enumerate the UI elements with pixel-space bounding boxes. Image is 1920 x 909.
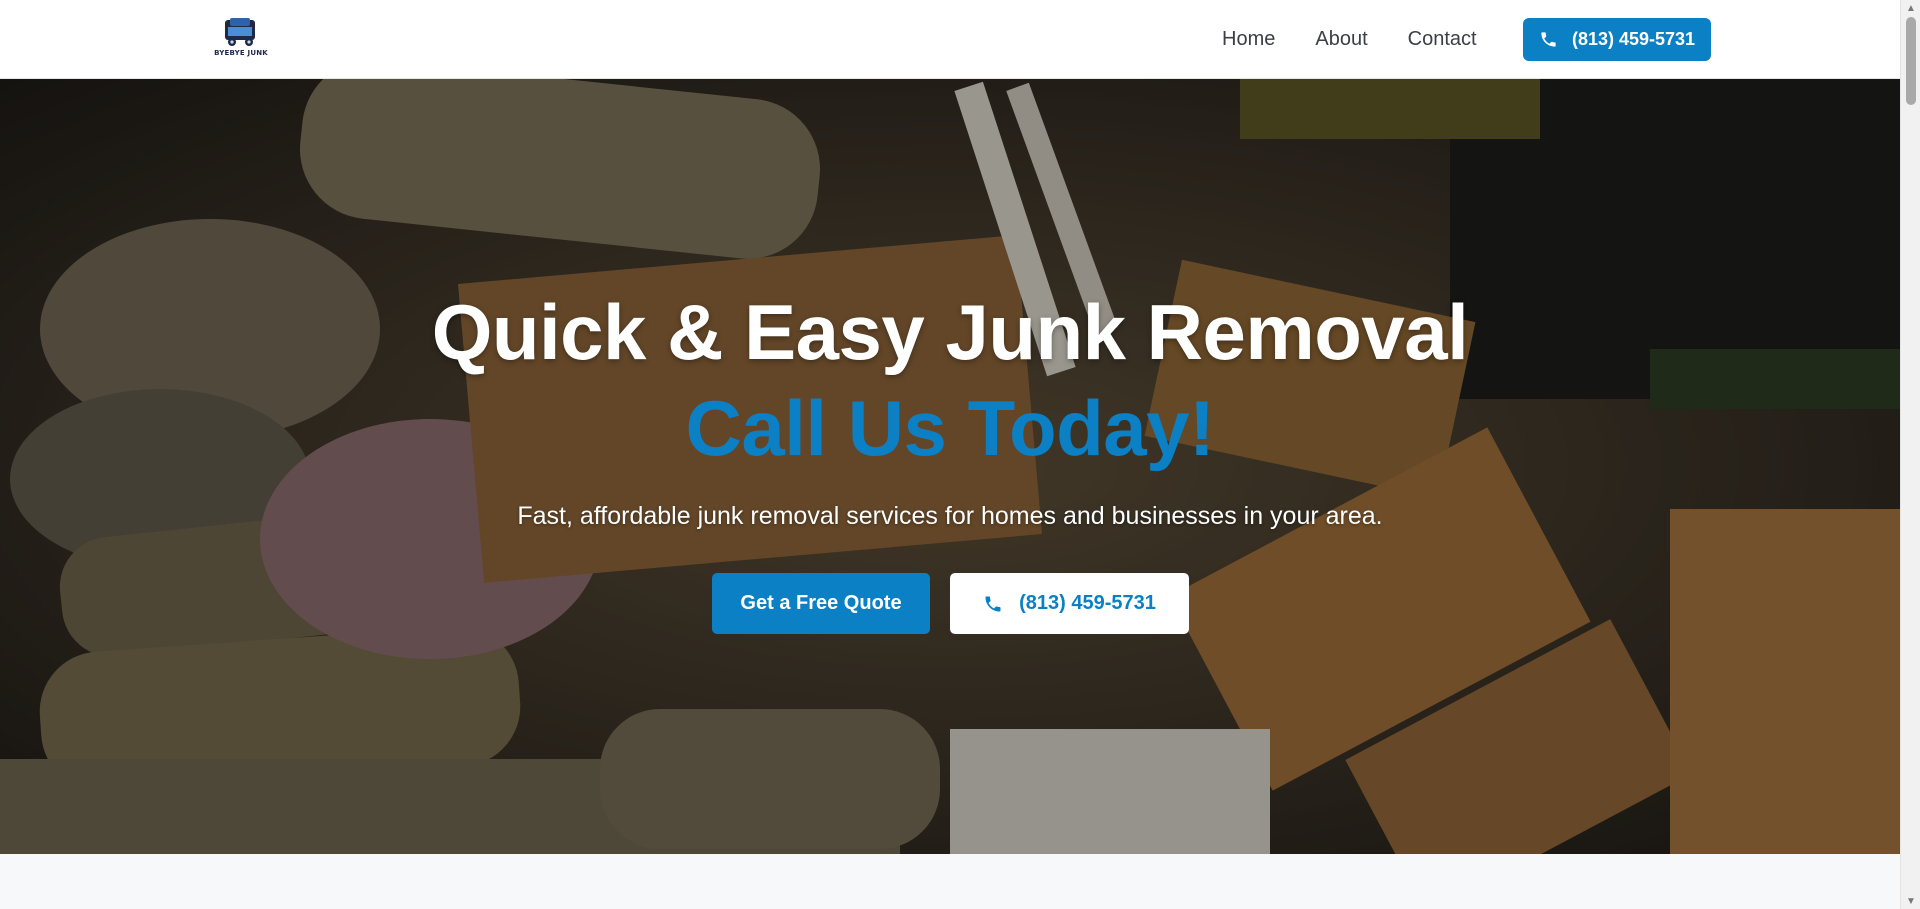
logo-text: BYEBYE JUNK [214, 49, 268, 57]
header-phone-button[interactable]: (813) 459-5731 [1523, 18, 1711, 61]
header-phone-label: (813) 459-5731 [1571, 29, 1696, 49]
logo-truck-icon [225, 18, 255, 46]
call-button-label: (813) 459-5731 [1019, 592, 1156, 614]
logo[interactable]: BYEBYE JUNK [213, 16, 269, 60]
scroll-up-arrow-icon[interactable]: ▲ [1901, 0, 1920, 16]
hero-title: Quick & Easy Junk Removal [431, 288, 1469, 376]
hero-section: Quick & Easy Junk Removal Call Us Today!… [0, 79, 1900, 854]
nav-about[interactable]: About [1315, 28, 1367, 51]
hero-content: Quick & Easy Junk Removal Call Us Today!… [0, 79, 1900, 854]
hero-description: Fast, affordable junk removal services f… [517, 502, 1383, 530]
site-header: BYEBYE JUNK Home About Contact (813) 459… [0, 0, 1900, 79]
phone-icon [983, 594, 1003, 614]
main-nav: Home About Contact [1222, 0, 1517, 79]
scroll-down-arrow-icon[interactable]: ▼ [1901, 893, 1920, 909]
next-section [0, 854, 1900, 909]
get-quote-button[interactable]: Get a Free Quote [712, 573, 930, 634]
hero-subtitle: Call Us Today! [685, 384, 1215, 472]
nav-contact[interactable]: Contact [1408, 28, 1477, 51]
scrollbar-thumb[interactable] [1906, 17, 1916, 105]
call-button[interactable]: (813) 459-5731 [950, 573, 1189, 634]
phone-icon [1539, 30, 1558, 49]
nav-home[interactable]: Home [1222, 28, 1275, 51]
scrollbar[interactable]: ▲ ▼ [1900, 0, 1920, 909]
